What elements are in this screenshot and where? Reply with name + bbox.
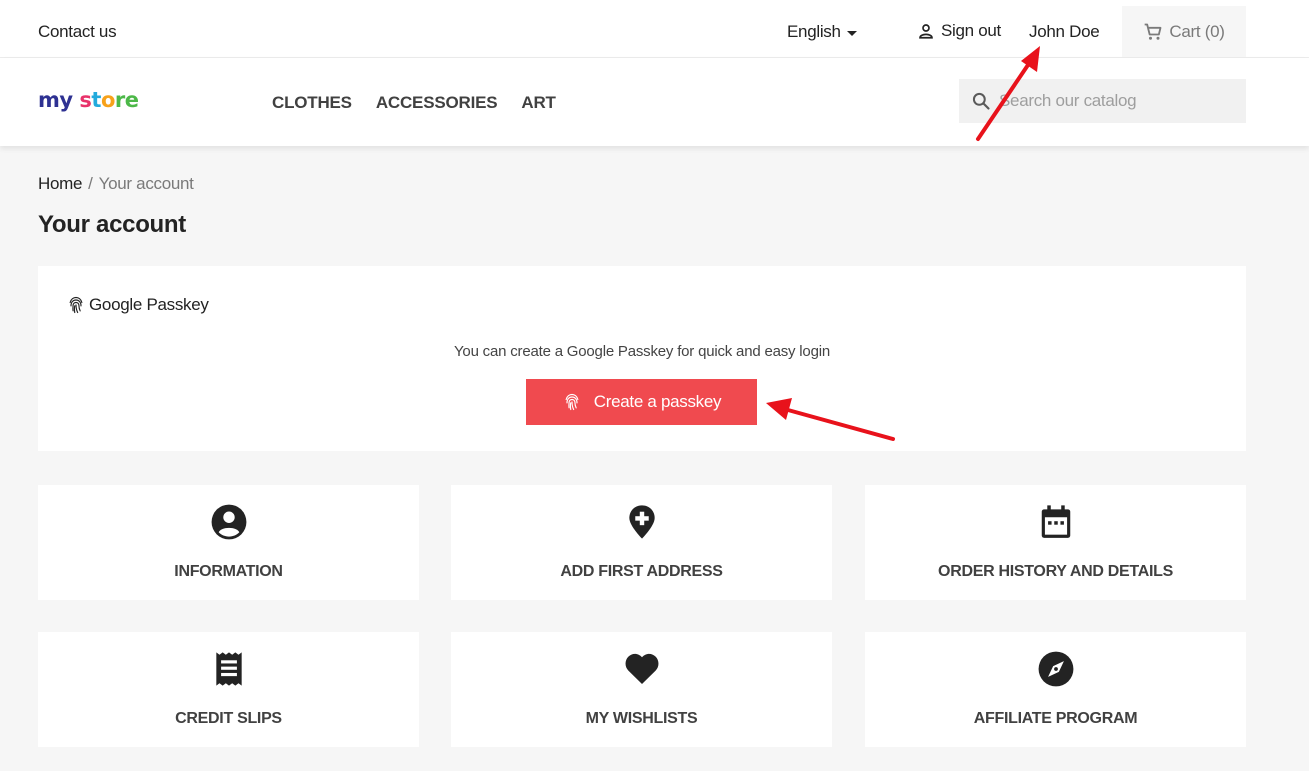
tile-information[interactable]: INFORMATION bbox=[38, 485, 419, 600]
logo-part: my bbox=[38, 88, 73, 112]
tile-add-first-address[interactable]: ADD FIRST ADDRESS bbox=[451, 485, 832, 600]
search-input[interactable] bbox=[999, 91, 1229, 111]
tile-credit-slips[interactable]: CREDIT SLIPS bbox=[38, 632, 419, 747]
tile-label: AFFILIATE PROGRAM bbox=[973, 710, 1138, 727]
logo-part: t bbox=[91, 88, 101, 112]
map-pin-plus-icon bbox=[628, 505, 655, 539]
breadcrumb-separator: / bbox=[88, 174, 93, 193]
cart-button[interactable]: Cart (0) bbox=[1122, 6, 1246, 57]
search-box bbox=[959, 79, 1246, 123]
tile-order-history[interactable]: ORDER HISTORY AND DETAILS bbox=[865, 485, 1246, 600]
fingerprint-icon bbox=[565, 393, 579, 411]
main-header: my store CLOTHES ACCESSORIES ART bbox=[0, 58, 1309, 146]
main-nav: CLOTHES ACCESSORIES ART bbox=[272, 93, 556, 113]
fingerprint-icon bbox=[69, 296, 83, 314]
nav-item-accessories[interactable]: ACCESSORIES bbox=[376, 93, 498, 113]
tile-label: INFORMATION bbox=[174, 563, 283, 580]
page-title: Your account bbox=[38, 211, 186, 238]
tile-affiliate-program[interactable]: AFFILIATE PROGRAM bbox=[865, 632, 1246, 747]
breadcrumb: Home / Your account bbox=[38, 174, 194, 194]
breadcrumb-current: Your account bbox=[98, 174, 194, 193]
breadcrumb-home-link[interactable]: Home bbox=[38, 174, 82, 193]
account-name-link[interactable]: John Doe bbox=[1029, 22, 1100, 42]
create-passkey-button[interactable]: Create a passkey bbox=[526, 379, 757, 425]
logo-part: re bbox=[114, 88, 139, 112]
tile-label: MY WISHLISTS bbox=[585, 710, 698, 727]
user-circle-icon bbox=[211, 504, 246, 540]
tile-label: ADD FIRST ADDRESS bbox=[560, 563, 723, 580]
chevron-down-icon bbox=[846, 30, 857, 36]
receipt-icon bbox=[215, 652, 242, 686]
tile-label: ORDER HISTORY AND DETAILS bbox=[938, 563, 1173, 580]
top-bar: Contact us English Sign out John Doe Car… bbox=[0, 0, 1309, 58]
passkey-heading: Google Passkey bbox=[66, 295, 209, 315]
create-passkey-label: Create a passkey bbox=[593, 392, 722, 411]
heart-icon bbox=[625, 653, 658, 685]
passkey-message: You can create a Google Passkey for quic… bbox=[454, 343, 830, 360]
compass-icon bbox=[1038, 651, 1073, 687]
sign-out-link[interactable]: Sign out bbox=[917, 21, 1001, 41]
tile-label: CREDIT SLIPS bbox=[175, 710, 282, 727]
logo-part: s bbox=[79, 88, 92, 112]
cart-label: Cart (0) bbox=[1169, 21, 1225, 41]
language-label: English bbox=[787, 22, 841, 41]
calendar-icon bbox=[1041, 505, 1070, 538]
user-icon bbox=[919, 24, 933, 39]
logo-part: o bbox=[100, 88, 115, 112]
sign-out-label: Sign out bbox=[941, 21, 1001, 40]
contact-us-link[interactable]: Contact us bbox=[38, 22, 117, 42]
nav-item-art[interactable]: ART bbox=[521, 93, 556, 113]
tile-my-wishlists[interactable]: MY WISHLISTS bbox=[451, 632, 832, 747]
cart-icon bbox=[1145, 23, 1162, 40]
search-icon[interactable] bbox=[971, 91, 991, 111]
language-selector[interactable]: English bbox=[787, 22, 857, 42]
passkey-heading-label: Google Passkey bbox=[89, 295, 209, 314]
passkey-card: Google Passkey You can create a Google P… bbox=[38, 266, 1246, 451]
nav-item-clothes[interactable]: CLOTHES bbox=[272, 93, 352, 113]
store-logo[interactable]: my store bbox=[38, 88, 139, 112]
